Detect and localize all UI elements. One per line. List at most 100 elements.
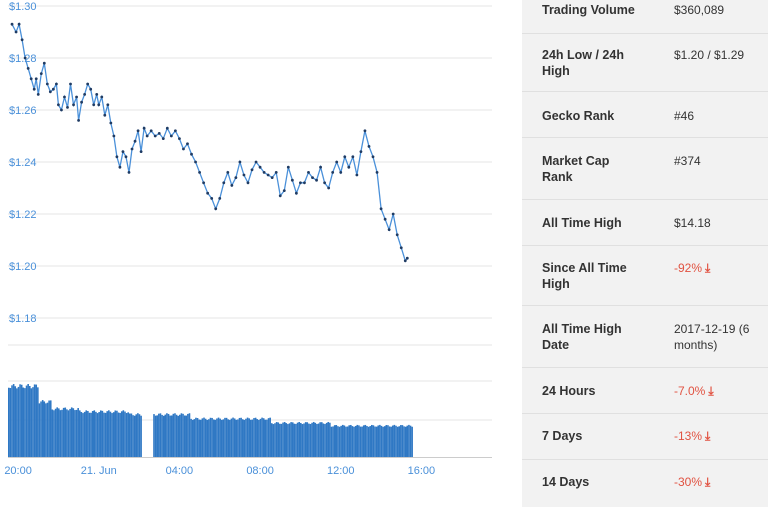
- price-point: [262, 171, 266, 174]
- volume-bar: [240, 417, 242, 457]
- volume-bar: [401, 425, 404, 457]
- price-point: [359, 150, 363, 154]
- volume-bar: [137, 413, 139, 457]
- arrow-down-icon: ⤓: [705, 429, 711, 443]
- volume-bar: [64, 407, 67, 457]
- x-tick-label: 20:00: [4, 465, 32, 477]
- volume-bar: [343, 425, 346, 457]
- price-point: [266, 173, 270, 177]
- price-point: [66, 106, 69, 109]
- volume-bar: [283, 421, 286, 457]
- volume-bar: [33, 384, 36, 457]
- volume-bar: [214, 419, 217, 457]
- volume-bar: [132, 415, 134, 457]
- price-point: [190, 152, 193, 156]
- volume-bar: [38, 403, 41, 457]
- volume-bar: [116, 410, 118, 457]
- arrow-down-icon: ⤓: [708, 384, 714, 398]
- volume-bar: [49, 400, 52, 457]
- volume-bar: [166, 413, 168, 457]
- volume-bar: [140, 415, 142, 457]
- volume-bar: [250, 419, 252, 457]
- volume-bar: [382, 426, 384, 457]
- price-point: [75, 95, 78, 99]
- stat-row-all-time-high: All Time High $14.18: [522, 200, 768, 246]
- volume-bar: [69, 408, 71, 457]
- volume-bar: [366, 425, 368, 457]
- volume-bar: [348, 425, 351, 457]
- price-point: [83, 93, 87, 96]
- y-tick-label: $1.18: [9, 313, 37, 325]
- price-point: [45, 82, 49, 86]
- volume-bar: [275, 422, 278, 457]
- volume-bar: [325, 422, 328, 457]
- price-point: [395, 233, 399, 237]
- volume-bar: [59, 410, 62, 457]
- stat-value: $14.18: [674, 216, 711, 230]
- volume-bar: [246, 417, 249, 457]
- volume-bar: [111, 413, 113, 457]
- volume-bar: [120, 411, 123, 457]
- price-point: [367, 145, 371, 148]
- volume-bar: [117, 412, 120, 457]
- volume-bar: [274, 423, 276, 457]
- price-point: [202, 181, 206, 185]
- volume-bar: [41, 400, 44, 457]
- price-chart-svg[interactable]: $1.30 $1.28 $1.26 $1.24 $1.22 $1.20 $1.18 20:0…: [0, 0, 500, 507]
- price-point: [26, 67, 30, 70]
- volume-bar: [385, 425, 388, 457]
- volume-bar: [61, 409, 63, 457]
- volume-bar: [101, 410, 104, 457]
- volume-bar: [203, 417, 205, 457]
- price-point: [63, 95, 66, 99]
- price-point: [206, 191, 210, 195]
- volume-bar: [46, 402, 49, 457]
- price-point: [109, 121, 113, 125]
- stat-row-24h-low-high: 24h Low / 24h High $1.20 / $1.29: [522, 34, 768, 92]
- volume-bar: [256, 419, 259, 457]
- volume-bar: [330, 426, 333, 457]
- volume-bar: [395, 425, 397, 457]
- price-point: [218, 197, 222, 200]
- volume-bar: [25, 385, 28, 457]
- volume-bar: [350, 424, 352, 457]
- volume-bar: [43, 401, 46, 457]
- price-chart[interactable]: $1.30 $1.28 $1.26 $1.24 $1.22 $1.20 $1.18 20:0…: [0, 0, 500, 507]
- volume-bar: [211, 417, 213, 457]
- volume-bar: [346, 426, 349, 457]
- volume-bar: [312, 421, 315, 457]
- volume-bar: [30, 388, 33, 457]
- price-point: [121, 150, 125, 154]
- stat-value-text: -13%: [674, 429, 703, 443]
- volume-bar: [408, 424, 410, 457]
- volume-bar: [83, 411, 86, 457]
- price-point: [169, 134, 173, 138]
- price-point: [290, 178, 294, 182]
- volume-bar: [300, 422, 302, 457]
- volume-bar: [317, 423, 320, 457]
- y-tick-label: $1.22: [9, 209, 37, 221]
- price-point: [36, 93, 40, 96]
- coin-stats-panel: Trading Volume $360,089 24h Low / 24h Hi…: [522, 0, 768, 507]
- volume-bar: [208, 419, 210, 457]
- price-point: [89, 87, 93, 91]
- volume-bar: [119, 412, 121, 457]
- volume-bar: [177, 415, 179, 457]
- volume-bar: [400, 425, 402, 457]
- volume-bar: [333, 425, 336, 457]
- stat-value: -7.0% ⤓: [674, 383, 766, 399]
- price-point: [48, 90, 52, 94]
- volume-bar: [191, 419, 194, 457]
- price-point: [57, 103, 60, 107]
- volume-bar: [174, 413, 176, 457]
- volume-bar: [303, 423, 305, 457]
- price-point: [86, 82, 90, 86]
- stat-value: $1.20 / $1.29: [674, 48, 745, 62]
- volume-bar: [54, 408, 57, 457]
- volume-bar: [388, 426, 391, 457]
- price-point: [139, 150, 143, 154]
- volume-bar: [90, 412, 92, 457]
- volume-bar: [175, 414, 178, 457]
- price-point: [10, 22, 14, 26]
- volume-bar: [11, 385, 13, 457]
